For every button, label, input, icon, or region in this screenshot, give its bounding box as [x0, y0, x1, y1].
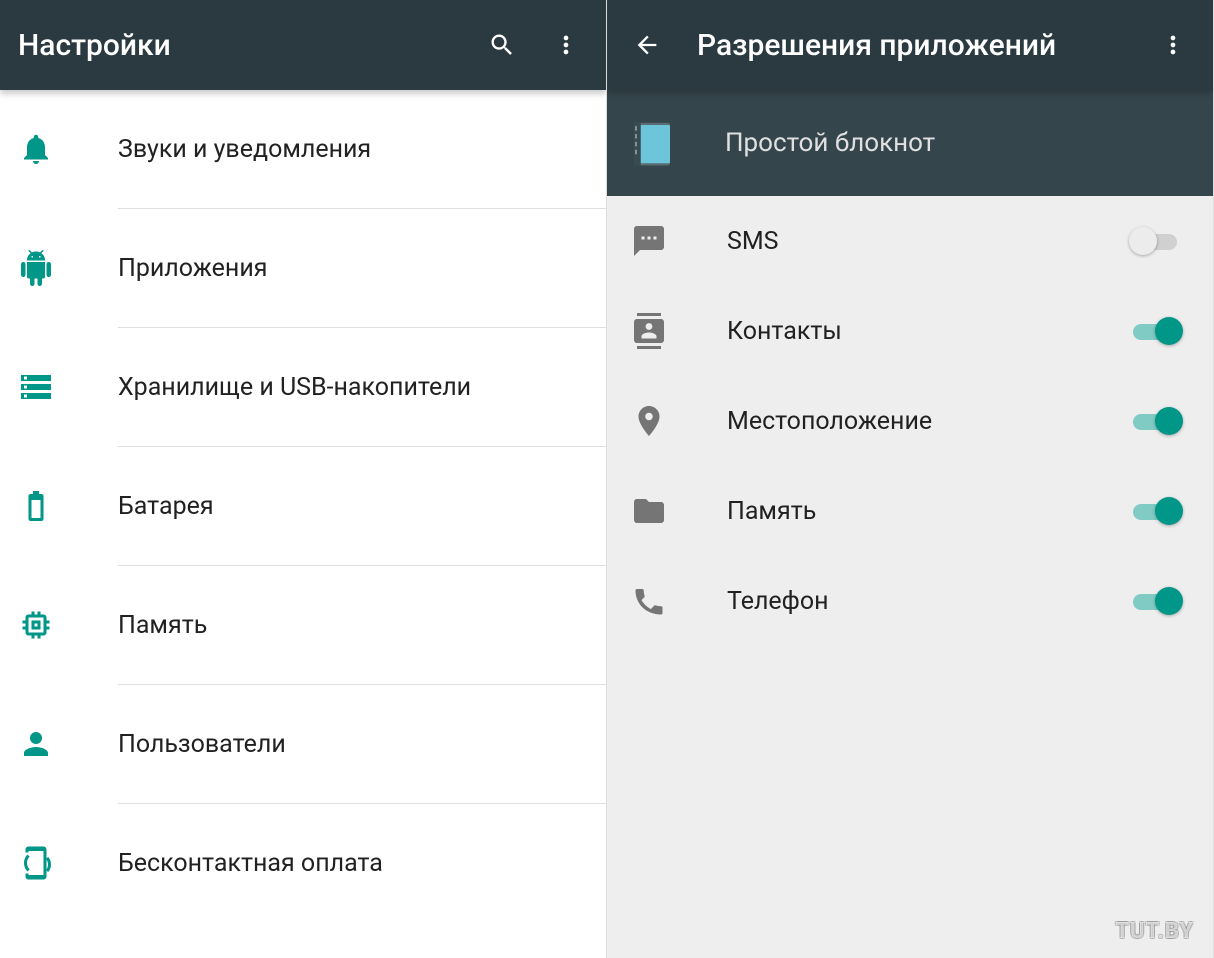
sms-icon [631, 223, 727, 259]
permissions-appbar: Разрешения приложений [607, 0, 1213, 90]
permission-storage[interactable]: Память [607, 466, 1213, 556]
more-icon[interactable] [544, 23, 588, 67]
permission-switch-location[interactable] [1129, 405, 1183, 437]
settings-title: Настройки [18, 28, 460, 63]
settings-item-memory[interactable]: Память [0, 566, 606, 684]
battery-icon [18, 488, 118, 524]
permission-label: Память [727, 497, 1129, 526]
back-icon[interactable] [625, 23, 669, 67]
user-icon [18, 726, 118, 762]
settings-item-label: Бесконтактная оплата [118, 849, 606, 878]
storage-icon [18, 369, 118, 405]
settings-item-users[interactable]: Пользователи [0, 685, 606, 803]
permissions-list: SMS Контакты Местоположение [607, 196, 1213, 958]
contacts-icon [631, 313, 727, 349]
phone-icon [631, 583, 727, 619]
permission-label: Местоположение [727, 407, 1129, 436]
settings-item-sound[interactable]: Звуки и уведомления [0, 90, 606, 208]
permission-sms[interactable]: SMS [607, 196, 1213, 286]
settings-item-label: Пользователи [118, 730, 606, 759]
more-icon[interactable] [1151, 23, 1195, 67]
permission-switch-sms[interactable] [1129, 225, 1183, 257]
settings-item-storage[interactable]: Хранилище и USB-накопители [0, 328, 606, 446]
permission-label: SMS [727, 227, 1129, 256]
bell-icon [18, 131, 118, 167]
nfc-icon [18, 845, 118, 881]
permissions-screen: Разрешения приложений Простой блокнот SM… [607, 0, 1214, 958]
permission-phone[interactable]: Телефон [607, 556, 1213, 646]
settings-item-label: Приложения [118, 254, 606, 283]
apps-icon [18, 250, 118, 286]
settings-item-label: Хранилище и USB-накопители [118, 373, 606, 402]
permission-location[interactable]: Местоположение [607, 376, 1213, 466]
search-icon[interactable] [480, 23, 524, 67]
permissions-title: Разрешения приложений [697, 28, 1131, 63]
permission-contacts[interactable]: Контакты [607, 286, 1213, 376]
settings-appbar: Настройки [0, 0, 606, 90]
settings-item-apps[interactable]: Приложения [0, 209, 606, 327]
app-header: Простой блокнот [607, 90, 1213, 196]
permission-label: Контакты [727, 317, 1129, 346]
settings-item-nfc[interactable]: Бесконтактная оплата [0, 804, 606, 922]
app-name-label: Простой блокнот [725, 128, 935, 158]
memory-icon [18, 607, 118, 643]
settings-item-label: Память [118, 611, 606, 640]
permission-switch-contacts[interactable] [1129, 315, 1183, 347]
settings-item-battery[interactable]: Батарея [0, 447, 606, 565]
settings-list: Звуки и уведомления Приложения Хранилище… [0, 90, 606, 958]
permission-switch-phone[interactable] [1129, 585, 1183, 617]
permission-label: Телефон [727, 587, 1129, 616]
settings-item-label: Батарея [118, 492, 606, 521]
folder-icon [631, 493, 727, 529]
settings-screen: Настройки Звуки и уведомления Приложения [0, 0, 607, 958]
settings-item-label: Звуки и уведомления [118, 135, 606, 164]
permission-switch-storage[interactable] [1129, 495, 1183, 527]
location-icon [631, 403, 727, 439]
app-icon [625, 116, 725, 170]
